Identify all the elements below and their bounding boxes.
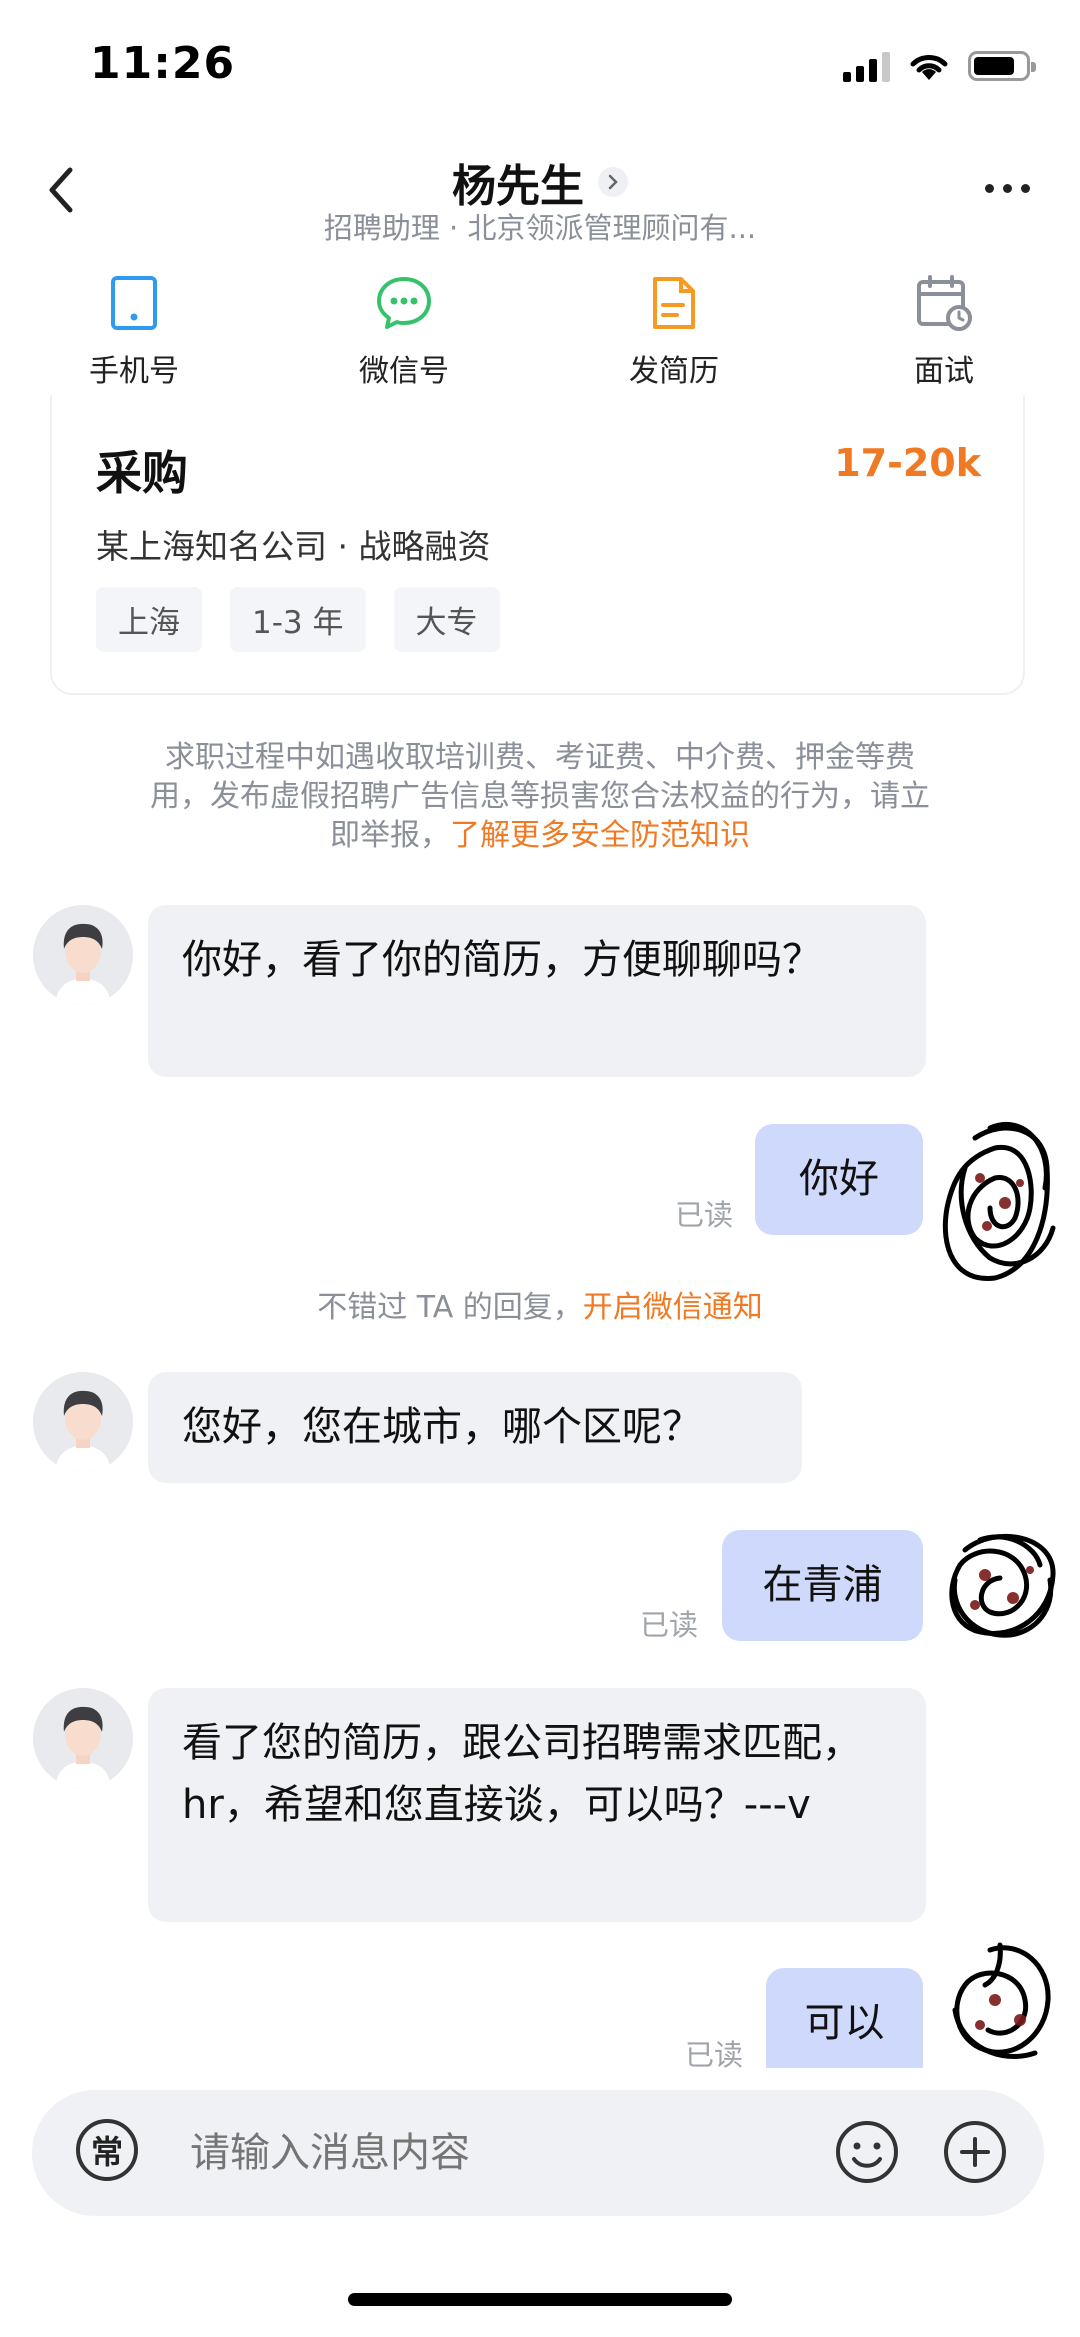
calendar-icon bbox=[917, 275, 972, 331]
more-dot bbox=[1003, 184, 1012, 193]
wechat-notify-text: 不错过 TA 的回复， bbox=[317, 1290, 583, 1325]
read-status: 已读 bbox=[640, 1608, 699, 1642]
safety-notice-link[interactable]: 了解更多安全防范知识 bbox=[450, 818, 750, 853]
safety-notice: 求职过程中如遇收取培训费、考证费、中介费、押金等费用，发布虚假招聘广告信息等损害… bbox=[140, 738, 940, 855]
home-indicator[interactable] bbox=[348, 2293, 732, 2306]
job-title: 采购 bbox=[96, 446, 188, 500]
more-button[interactable] bbox=[985, 184, 1030, 193]
common-phrases-button[interactable]: 常 bbox=[76, 2119, 138, 2181]
message-input[interactable] bbox=[190, 2130, 790, 2176]
message-input-bar: 常 bbox=[32, 2090, 1044, 2216]
job-tag: 1-3 年 bbox=[230, 587, 366, 652]
message-bubble-outgoing[interactable]: 可以 bbox=[766, 1968, 923, 2068]
my-avatar-scribble[interactable] bbox=[935, 1520, 1065, 1650]
resume-icon bbox=[653, 277, 695, 329]
more-dot bbox=[1021, 184, 1030, 193]
phone-icon bbox=[111, 276, 157, 330]
job-salary: 17-20k bbox=[834, 441, 981, 485]
battery-icon bbox=[968, 51, 1036, 81]
status-icons bbox=[843, 50, 1036, 82]
avatar-icon bbox=[33, 1688, 133, 1788]
action-interview[interactable]: 面试 bbox=[854, 270, 1034, 390]
wechat-notify-tip: 不错过 TA 的回复，开启微信通知 bbox=[0, 1282, 1080, 1326]
my-avatar-scribble[interactable] bbox=[940, 1935, 1065, 2075]
wechat-icon bbox=[377, 277, 431, 329]
my-avatar-scribble[interactable] bbox=[935, 1108, 1065, 1290]
wechat-notify-link[interactable]: 开启微信通知 bbox=[583, 1290, 763, 1325]
status-time: 11:26 bbox=[90, 38, 236, 89]
avatar[interactable] bbox=[33, 1372, 133, 1472]
message-bubble-incoming[interactable]: 看了您的简历，跟公司招聘需求匹配，hr，希望和您直接谈，可以吗？---v bbox=[148, 1688, 926, 1922]
action-wechat[interactable]: 微信号 bbox=[314, 270, 494, 390]
emoji-icon[interactable] bbox=[834, 2119, 900, 2185]
chevron-right-icon bbox=[598, 167, 628, 197]
job-company: 某上海知名公司 · 战略融资 bbox=[96, 527, 491, 566]
job-card[interactable]: 采购 17-20k 某上海知名公司 · 战略融资 上海 1-3 年 大专 bbox=[50, 395, 1025, 695]
action-resume[interactable]: 发简历 bbox=[584, 270, 764, 390]
job-tags: 上海 1-3 年 大专 bbox=[96, 587, 500, 652]
read-status: 已读 bbox=[685, 2038, 744, 2072]
job-tag: 大专 bbox=[393, 587, 500, 652]
action-phone-label: 手机号 bbox=[89, 354, 179, 389]
avatar-icon bbox=[33, 905, 133, 1005]
action-interview-label: 面试 bbox=[914, 354, 974, 389]
message-bubble-outgoing[interactable]: 你好 bbox=[755, 1124, 923, 1235]
message-bubble-outgoing[interactable]: 在青浦 bbox=[722, 1530, 923, 1641]
quick-actions: 手机号 微信号 发简历 面试 bbox=[0, 270, 1080, 390]
message-bubble-incoming[interactable]: 你好，看了你的简历，方便聊聊吗？ bbox=[148, 905, 926, 1077]
job-tag: 上海 bbox=[96, 587, 202, 652]
signal-icon bbox=[843, 50, 890, 82]
action-phone[interactable]: 手机号 bbox=[44, 270, 224, 390]
action-resume-label: 发简历 bbox=[629, 354, 719, 389]
message-bubble-incoming[interactable]: 您好，您在城市，哪个区呢？ bbox=[148, 1372, 802, 1483]
action-wechat-label: 微信号 bbox=[359, 354, 449, 389]
plus-icon[interactable] bbox=[942, 2119, 1008, 2185]
contact-subtitle: 招聘助理 · 北京领派管理顾问有... bbox=[323, 211, 757, 245]
avatar[interactable] bbox=[33, 905, 133, 1005]
avatar[interactable] bbox=[33, 1688, 133, 1788]
wifi-icon bbox=[910, 55, 948, 80]
status-bar: 11:26 bbox=[0, 0, 1080, 130]
avatar-icon bbox=[33, 1372, 133, 1472]
more-dot bbox=[985, 184, 994, 193]
read-status: 已读 bbox=[675, 1198, 734, 1232]
